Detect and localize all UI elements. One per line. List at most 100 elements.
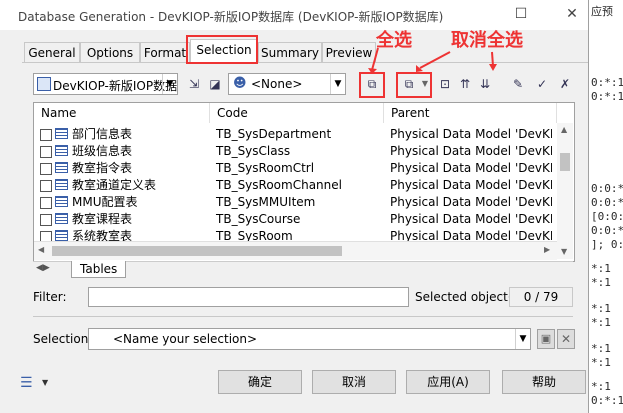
delete-icon[interactable]: ✕ — [557, 329, 575, 349]
save-icon[interactable]: ▣ — [537, 329, 555, 349]
chevron-down-icon[interactable]: ▼ — [42, 378, 48, 387]
deselect-all-arrow — [419, 51, 451, 69]
deselect-all-arrow-2 — [491, 51, 494, 67]
window-title: Database Generation - DevKIOP-新版IOP数据库 (… — [18, 10, 444, 24]
table-row[interactable]: 教室指令表 TB_SysRoomCtrl Physical Data Model… — [34, 160, 556, 177]
tab-general[interactable]: General — [24, 42, 80, 63]
separator — [33, 316, 573, 317]
bg-text: 0:0:* — [591, 224, 623, 237]
row-parent: Physical Data Model 'DevKIOP-... — [390, 127, 552, 141]
scroll-up-icon[interactable]: ▲ — [561, 125, 567, 134]
open-icon[interactable]: ◪ — [206, 74, 224, 94]
row-parent: Physical Data Model 'DevKIOP-... — [390, 212, 552, 226]
table-row[interactable]: 系统教室表 TB_SysRoom Physical Data Model 'De… — [34, 228, 556, 241]
selection-label: Selection: — [33, 332, 93, 346]
subtab-bar: ◀▶ Tables — [33, 261, 573, 279]
table-icon — [55, 128, 68, 139]
bg-text: *:1 — [591, 262, 611, 275]
bg-text: *:1 — [591, 380, 611, 393]
chevron-down-icon[interactable]: ▼ — [162, 74, 177, 94]
column-parent[interactable]: Parent — [384, 103, 557, 123]
row-code: TB_SysRoomCtrl — [216, 161, 315, 175]
apply-button[interactable]: 应用(A) — [406, 370, 490, 394]
background-editor: 应预 0:*:1 0:*:1 0:0:* 0:0:* [0:0: 0:0:* ]… — [588, 0, 623, 413]
scroll-down-icon[interactable]: ▼ — [561, 247, 567, 256]
row-code: TB_SysCourse — [216, 212, 301, 226]
stack-icon[interactable]: ☰ — [20, 375, 33, 391]
scroll-thumb[interactable] — [560, 153, 570, 171]
row-checkbox[interactable] — [40, 214, 52, 226]
maximize-icon[interactable]: ☐ — [512, 6, 530, 22]
row-checkbox[interactable] — [40, 197, 52, 209]
table-icon — [55, 145, 68, 156]
scroll-right-icon[interactable]: ▶ — [544, 245, 550, 254]
move-icon[interactable]: ⊡ — [436, 74, 454, 94]
row-name: 教室通道定义表 — [72, 178, 157, 192]
subtab-tables[interactable]: Tables — [71, 261, 127, 278]
row-name: 班级信息表 — [72, 144, 133, 158]
sort-down-icon[interactable]: ⇊ — [476, 74, 494, 94]
owner-combo[interactable]: ☻ <None> ▼ — [228, 73, 346, 95]
column-code[interactable]: Code — [210, 103, 384, 123]
row-checkbox[interactable] — [40, 146, 52, 158]
row-code: TB_SysRoom — [216, 229, 293, 241]
table-row[interactable]: 教室课程表 TB_SysCourse Physical Data Model '… — [34, 211, 556, 228]
row-checkbox[interactable] — [40, 231, 52, 241]
tab-options[interactable]: Options — [80, 42, 140, 63]
model-icon — [37, 77, 51, 91]
chevron-down-icon[interactable]: ▼ — [330, 74, 345, 94]
table-row[interactable]: 部门信息表 TB_SysDepartment Physical Data Mod… — [34, 126, 556, 143]
tab-summary[interactable]: Summary — [258, 42, 322, 63]
row-code: TB_SysDepartment — [216, 127, 332, 141]
filter-clear-icon[interactable]: ✗ — [556, 74, 574, 94]
ok-button[interactable]: 确定 — [218, 370, 302, 394]
table-row[interactable]: 班级信息表 TB_SysClass Physical Data Model 'D… — [34, 143, 556, 160]
table-icon — [55, 179, 68, 190]
row-checkbox[interactable] — [40, 129, 52, 141]
close-icon[interactable]: ✕ — [563, 6, 581, 22]
row-parent: Physical Data Model 'DevKIOP-... — [390, 229, 552, 241]
database-generation-dialog: Database Generation - DevKIOP-新版IOP数据库 (… — [0, 0, 589, 413]
bg-text: 0:0:* — [591, 196, 623, 209]
row-name: 部门信息表 — [72, 127, 133, 141]
deselect-all-arrowhead-2 — [489, 64, 497, 71]
tab-scroll-left-icon[interactable]: ◀▶ — [36, 263, 50, 273]
model-combo-value: DevKIOP-新版IOP数据 — [53, 79, 178, 93]
selection-combo[interactable]: <Name your selection> ▼ — [88, 328, 531, 350]
bg-text: 0:*:1 — [591, 76, 623, 89]
row-name: 教室指令表 — [72, 161, 133, 175]
row-code: TB_SysClass — [216, 144, 291, 158]
bg-text: *:1 — [591, 276, 611, 289]
select-all-arrow — [371, 47, 379, 71]
cancel-button[interactable]: 取消 — [312, 370, 396, 394]
row-parent: Physical Data Model 'DevKIOP-... — [390, 144, 552, 158]
row-checkbox[interactable] — [40, 180, 52, 192]
chevron-down-icon[interactable]: ▼ — [515, 329, 530, 349]
table-row[interactable]: MMU配置表 TB_SysMMUItem Physical Data Model… — [34, 194, 556, 211]
horizontal-scrollbar[interactable]: ◀ ▶ — [34, 241, 557, 260]
sort-up-icon[interactable]: ⇈ — [456, 74, 474, 94]
table-icon — [55, 196, 68, 207]
row-code: TB_SysMMUItem — [216, 195, 316, 209]
column-name[interactable]: Name — [34, 103, 210, 123]
tab-format[interactable]: Format — [140, 42, 190, 63]
filter-input[interactable] — [88, 287, 409, 307]
filter-apply-icon[interactable]: ✓ — [533, 74, 551, 94]
model-combo[interactable]: DevKIOP-新版IOP数据 ▼ — [33, 73, 178, 95]
filter-edit-icon[interactable]: ✎ — [509, 74, 527, 94]
row-name: 教室课程表 — [72, 212, 133, 226]
selected-objects-count: 0 / 79 — [509, 287, 573, 307]
scroll-left-icon[interactable]: ◀ — [38, 245, 44, 254]
select-all-arrowhead — [368, 68, 377, 74]
row-checkbox[interactable] — [40, 163, 52, 175]
bg-text: ]; 0: — [591, 238, 623, 251]
vertical-scrollbar[interactable]: ▲ ▼ — [557, 123, 573, 259]
bg-text: 0:0:* — [591, 182, 623, 195]
table-list[interactable]: Name Code Parent 部门信息表 TB_SysDepartment … — [33, 102, 575, 262]
table-row[interactable]: 教室通道定义表 TB_SysRoomChannel Physical Data … — [34, 177, 556, 194]
bg-text: *:1 — [591, 342, 611, 355]
help-button[interactable]: 帮助 — [502, 370, 586, 394]
property-icon[interactable]: ⇲ — [185, 74, 203, 94]
scroll-thumb[interactable] — [52, 246, 342, 256]
row-parent: Physical Data Model 'DevKIOP-... — [390, 178, 552, 192]
